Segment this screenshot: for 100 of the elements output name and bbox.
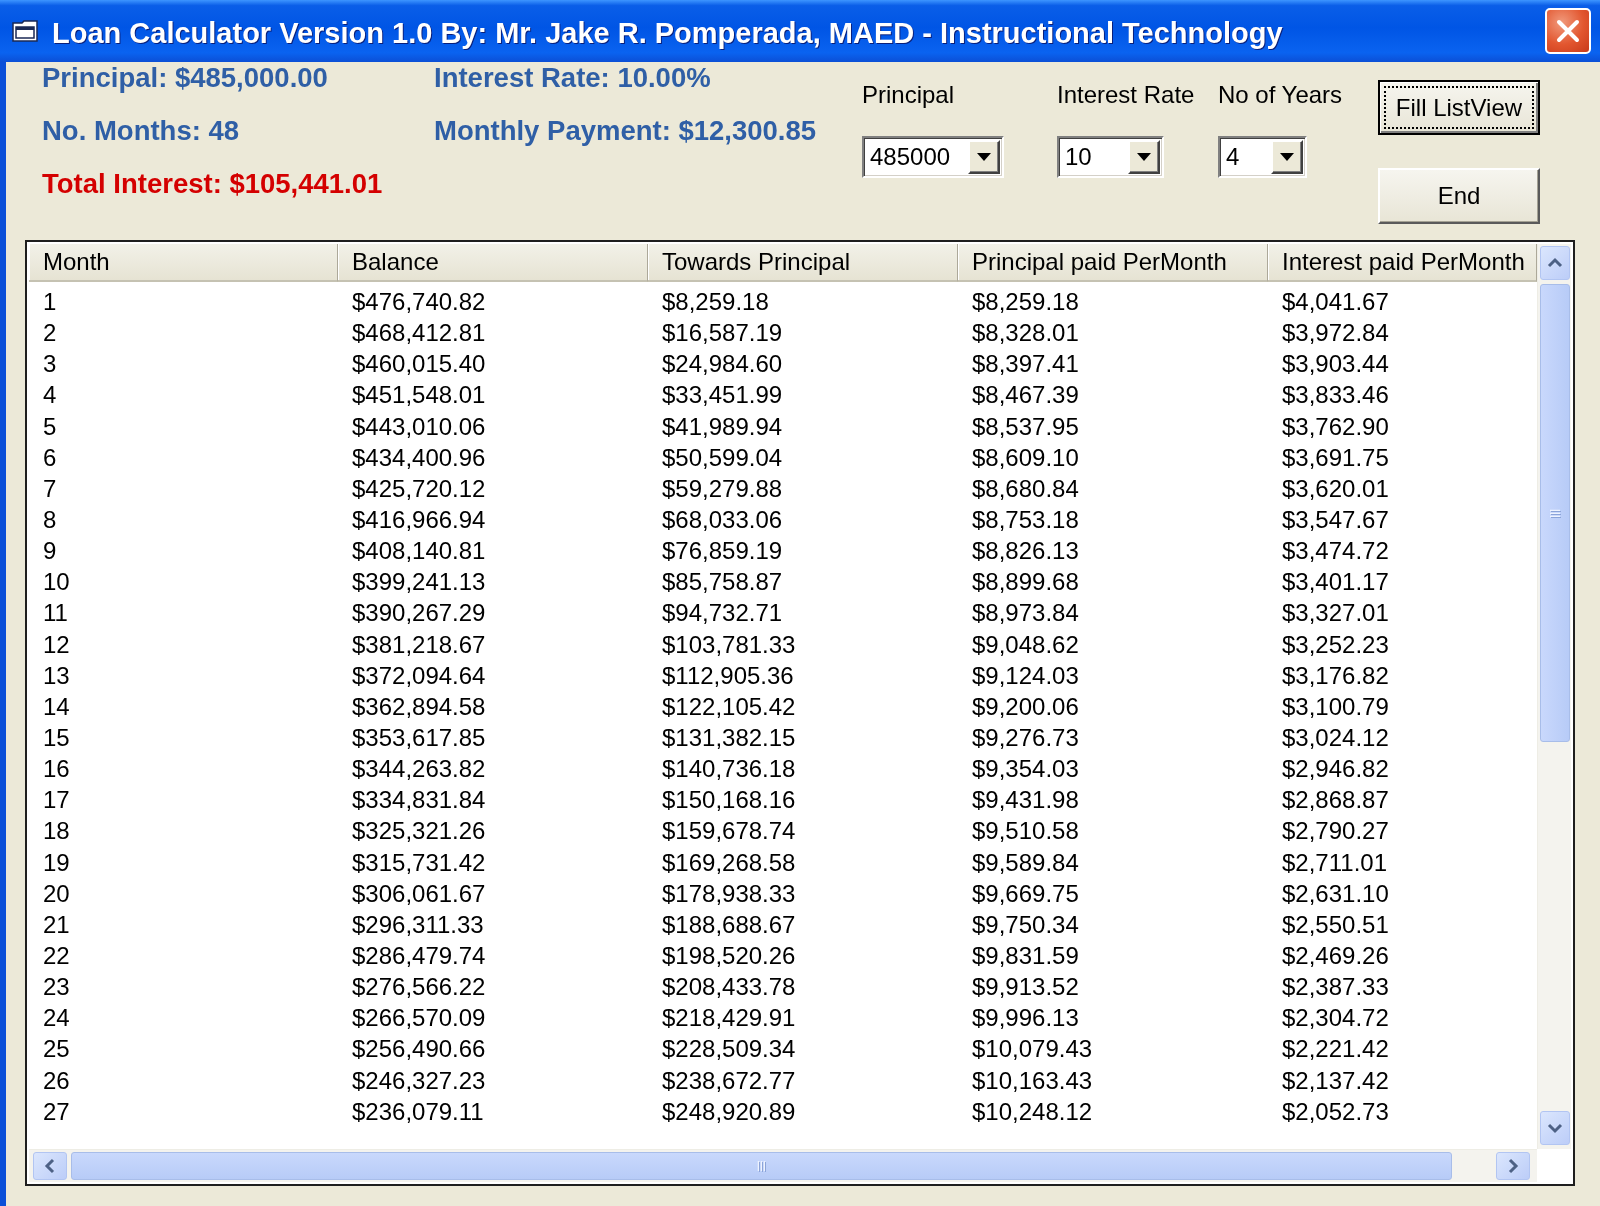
table-cell-text: $3,474.72	[1281, 536, 1389, 567]
table-cell-text: 13	[42, 660, 70, 691]
chevron-right-icon	[1506, 1158, 1520, 1174]
table-cell-text: $276,566.22	[351, 972, 486, 1003]
summary-text: No. Months: 48	[42, 117, 240, 145]
table-cell-text: $238,672.77	[661, 1065, 796, 1096]
table-cell-text: $2,711.01	[1281, 847, 1387, 878]
scrollbar-thumb[interactable]	[1539, 284, 1570, 742]
table-cell-text: $3,252.23	[1281, 629, 1389, 660]
summary-text: Interest Rate: 10.00%	[434, 64, 711, 92]
table-cell-text: $425,720.12	[351, 473, 486, 504]
horizontal-scrollbar[interactable]	[29, 1149, 1537, 1182]
table-cell-text: $188,688.67	[661, 909, 796, 940]
table-cell-text: $8,259.18	[971, 287, 1079, 317]
summary-text: Total Interest: $105,441.01	[42, 170, 383, 198]
table-cell-text: 17	[42, 785, 70, 816]
combo-box[interactable]: 485000	[862, 136, 1004, 178]
table-cell-text: $94,732.71	[661, 598, 783, 629]
table-cell-text: 1	[42, 287, 57, 317]
scroll-down-button[interactable]	[1539, 1111, 1570, 1145]
column-header[interactable]: Interest paid PerMonth	[1268, 244, 1537, 282]
table-cell-text: $3,762.90	[1281, 411, 1389, 442]
table-cell-text: $8,397.41	[971, 349, 1079, 380]
scroll-left-button[interactable]	[33, 1152, 67, 1180]
fill-listview-button[interactable]: Fill ListView	[1378, 80, 1540, 135]
table-cell-text: $24,984.60	[661, 349, 783, 380]
scroll-right-button[interactable]	[1496, 1152, 1530, 1180]
table-cell-text: 19	[42, 847, 70, 878]
table-cell-text: $344,263.82	[351, 754, 486, 785]
table-cell-text: $3,903.44	[1281, 349, 1389, 380]
scrollbar-thumb[interactable]	[71, 1152, 1452, 1180]
table-cell-text: $390,267.29	[351, 598, 486, 629]
table-cell-text: $256,490.66	[351, 1034, 486, 1065]
table-cell-text: $198,520.26	[661, 940, 796, 971]
column-header[interactable]: Month	[29, 244, 338, 282]
table-cell-text: $315,731.42	[351, 847, 486, 878]
table-cell-text: $159,678.74	[661, 816, 796, 847]
table-cell-text: $306,061.67	[351, 878, 486, 909]
column-header[interactable]: Balance	[338, 244, 648, 282]
table-cell-text: $3,327.01	[1281, 598, 1389, 629]
table-cell-text: $16,587.19	[661, 318, 783, 349]
table-cell-text: $2,137.42	[1281, 1065, 1389, 1096]
table-cell-text: 10	[42, 567, 70, 598]
end-button[interactable]: End	[1378, 168, 1540, 224]
table-cell-text: 25	[42, 1034, 70, 1065]
chevron-down-icon	[1546, 1121, 1563, 1135]
table-cell-text: $2,469.26	[1281, 940, 1389, 971]
combo-box[interactable]: 4	[1218, 136, 1307, 178]
table-cell-text: $9,831.59	[971, 940, 1079, 971]
field-label: Interest Rate	[1057, 81, 1195, 109]
caret-icon	[977, 153, 991, 161]
table-cell-text: $381,218.67	[351, 629, 486, 660]
table-cell-text: 6	[42, 442, 57, 473]
table-cell-text: $10,248.12	[971, 1096, 1093, 1127]
caret-icon	[1280, 153, 1294, 161]
table-cell-text: $9,124.03	[971, 660, 1079, 691]
table-cell-text: 26	[42, 1065, 70, 1096]
dropdown-button[interactable]	[1128, 140, 1160, 174]
table-cell-text: 4	[42, 380, 57, 411]
table-cell-text: $2,790.27	[1281, 816, 1389, 847]
table-cell-text: $3,620.01	[1281, 473, 1389, 504]
table-cell-text: $468,412.81	[351, 318, 486, 349]
table-cell-text: 22	[42, 940, 70, 971]
column-header[interactable]: Principal paid PerMonth	[958, 244, 1268, 282]
table-cell-text: $246,327.23	[351, 1065, 486, 1096]
table-cell-text: $8,973.84	[971, 598, 1079, 629]
table-cell-text: $2,550.51	[1281, 909, 1389, 940]
table-cell-text: $334,831.84	[351, 785, 486, 816]
table-cell-text: 18	[42, 816, 70, 847]
vertical-scrollbar[interactable]	[1537, 244, 1571, 1149]
table-cell-text: $103,781.33	[661, 629, 796, 660]
table-cell-text: $8,537.95	[971, 411, 1079, 442]
table-cell-text: $41,989.94	[661, 411, 783, 442]
table-cell-text: $68,033.06	[661, 505, 783, 535]
table-cell-text: $451,548.01	[351, 380, 486, 411]
table-cell-text: $8,259.18	[661, 287, 769, 317]
combo-box[interactable]: 10	[1057, 136, 1164, 178]
table-cell-text: $9,354.03	[971, 754, 1079, 785]
window-icon	[12, 20, 38, 42]
dropdown-button[interactable]	[968, 140, 1000, 174]
dropdown-button[interactable]	[1271, 140, 1303, 174]
table-cell-text: $3,100.79	[1281, 691, 1389, 722]
table-cell-text: $3,401.17	[1281, 567, 1389, 598]
table-cell-text: $3,833.46	[1281, 380, 1389, 411]
table-cell-text: $236,079.11	[351, 1096, 484, 1127]
table-cell-text: $228,509.34	[661, 1034, 796, 1065]
table-cell-text: $218,429.91	[661, 1003, 796, 1034]
scroll-up-button[interactable]	[1539, 246, 1570, 280]
table-cell-text: $76,859.19	[661, 536, 783, 567]
table-cell-text: 16	[42, 754, 70, 785]
table-cell-text: 23	[42, 972, 70, 1003]
column-header[interactable]: Towards Principal	[648, 244, 958, 282]
close-button[interactable]	[1545, 8, 1591, 54]
summary-text: Principal: $485,000.00	[42, 64, 328, 92]
table-cell-text: $112,905.36	[661, 660, 794, 691]
table-cell-text: 9	[42, 536, 57, 567]
table-cell-text: 2	[42, 318, 57, 349]
table-cell-text: $2,868.87	[1281, 785, 1389, 816]
table-cell-text: $8,328.01	[971, 318, 1079, 349]
list-view[interactable]	[25, 240, 1575, 1186]
